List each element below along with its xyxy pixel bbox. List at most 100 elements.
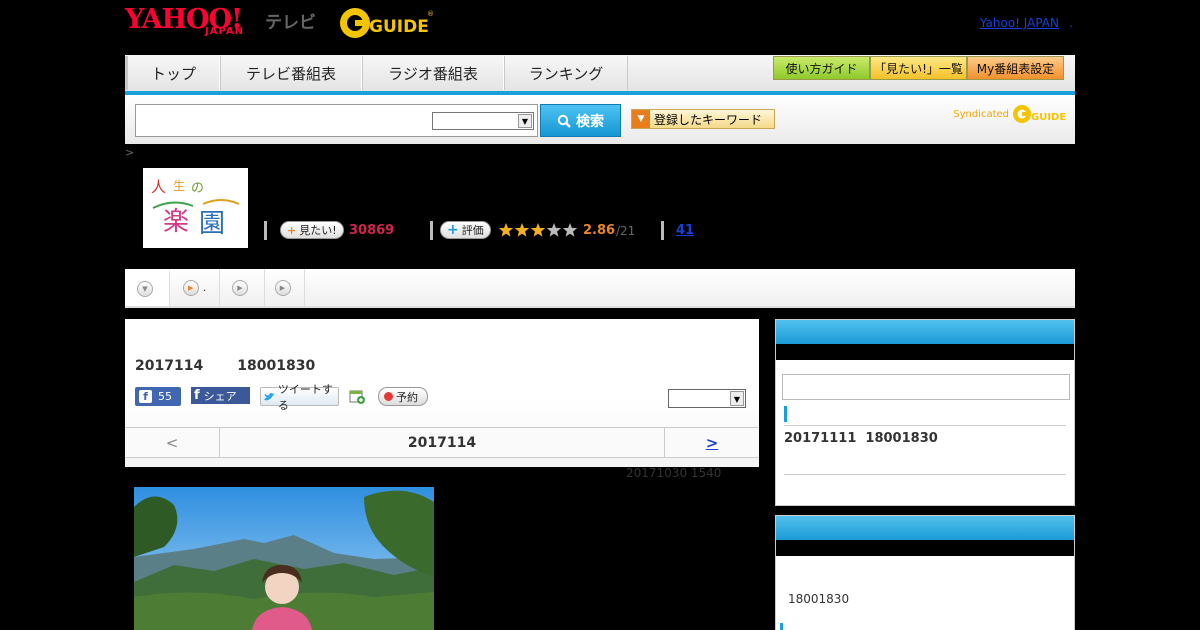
svg-text:の: の [191, 181, 204, 196]
chevron-down-circle-icon: ▼ [137, 281, 153, 297]
divider [784, 474, 1066, 475]
divider [264, 221, 267, 240]
search-button-label: 検索 [576, 113, 604, 130]
twitter-bird-icon [264, 392, 275, 400]
updated-timestamp: 20171030 1540 [626, 466, 722, 480]
breadcrumb[interactable]: > [125, 146, 134, 159]
section-marker [780, 623, 783, 630]
dropdown-triangle-icon: ▼ [632, 110, 650, 128]
subtab-1[interactable]: ▶ . [170, 269, 220, 306]
section-marker [784, 406, 787, 422]
divider [661, 221, 664, 240]
tweet-button-label: ツイートする [277, 382, 333, 412]
usage-guide-button[interactable]: 使い方ガイド [773, 56, 870, 80]
next-broadcast-text[interactable]: 20171111 18001830 [784, 431, 938, 446]
review-count-link[interactable]: 41 [676, 223, 694, 238]
program-logo-image: 人 生 の 楽 園 [143, 168, 248, 248]
share-buttons: f 55 f シェア ツイートする 予約 [135, 383, 435, 412]
rating-star-icon [498, 223, 514, 237]
svg-text:GUIDE: GUIDE [369, 17, 429, 37]
header-link-separator: . [1069, 16, 1073, 30]
rating-star-icon [546, 223, 562, 237]
reserve-button-label: 予約 [396, 390, 418, 404]
facebook-share-label: シェア [203, 389, 237, 403]
mitai-button-label: 見たい! [299, 224, 337, 237]
svg-text:園: 園 [199, 209, 225, 239]
rating-value: 2.86 [583, 223, 616, 238]
search-bar: ▼ 検索 ▼ 登録したキーワード Syndicated GUIDE [125, 95, 1075, 144]
play-circle-icon: ▶ [182, 279, 199, 296]
mitai-count: 30869 [349, 223, 395, 238]
facebook-icon: f [194, 388, 200, 403]
episode-select[interactable]: ▼ [668, 389, 746, 408]
divider [430, 221, 433, 240]
episode-photo [134, 487, 434, 630]
side-box-schedule: 18001830 [775, 515, 1075, 630]
side-box-band [776, 540, 1074, 556]
plus-icon: + [447, 222, 459, 238]
program-subtabs: ▼ ▶ . ▶ ▶ [125, 269, 1075, 308]
rating-star-icon [530, 223, 546, 237]
search-button[interactable]: 検索 [540, 104, 621, 137]
rating-star-icon [514, 223, 530, 237]
svg-text:人: 人 [151, 178, 166, 196]
site-header: YAHOO! JAPAN テレビ GUIDE ® Yahoo! JAPAN . [125, 0, 1075, 55]
watchlist-button[interactable]: 「見たい!」一覧 [870, 56, 967, 80]
nav-tab-radio-schedule[interactable]: ラジオ番組表 [362, 56, 504, 90]
episode-pager: < 2017114 > [125, 427, 759, 458]
syndicated-gguide-badge: Syndicated GUIDE [953, 103, 1067, 125]
rate-button[interactable]: + 評価 [440, 221, 491, 239]
subtab-0[interactable]: ▼ [125, 269, 170, 306]
my-schedule-settings-button[interactable]: My番組表設定 [967, 56, 1064, 80]
svg-text:楽: 楽 [163, 207, 189, 237]
rating-stars [498, 223, 578, 237]
divider [784, 425, 1066, 426]
pager-next-link[interactable]: > [664, 428, 759, 457]
episode-title: 2017114 18001830 [135, 358, 316, 374]
facebook-share-button[interactable]: f シェア [191, 387, 250, 404]
mitai-button[interactable]: + 見たい! [280, 221, 344, 239]
nav-tab-tv-schedule[interactable]: テレビ番組表 [220, 56, 362, 90]
episode-panel: 2017114 18001830 f 55 f シェア ツイートする 予約 ▼ … [125, 319, 759, 467]
subtab-3[interactable]: ▶ [265, 269, 305, 306]
schedule-time-text: 18001830 [788, 592, 850, 606]
subtab-2[interactable]: ▶ [220, 269, 265, 306]
nav-tab-ranking[interactable]: ランキング [504, 56, 628, 90]
side-box-band [776, 344, 1074, 360]
side-box-related: 20171111 18001830 [775, 319, 1075, 506]
search-icon [557, 114, 571, 128]
episode-photo-scene [134, 487, 434, 630]
tweet-button[interactable]: ツイートする [260, 383, 339, 412]
reserve-button[interactable]: 予約 [378, 387, 428, 406]
global-nav: トップ テレビ番組表 ラジオ番組表 ランキング 使い方ガイド 「見たい!」一覧 … [125, 55, 1075, 95]
record-icon [384, 392, 393, 401]
facebook-like-count: 55 [158, 390, 172, 403]
program-logo-artwork: 人 生 の 楽 園 [151, 178, 240, 239]
saved-keywords-label: 登録したキーワード [654, 112, 763, 127]
syndicated-label: Syndicated [953, 108, 1009, 120]
svg-text:GUIDE: GUIDE [1031, 112, 1066, 123]
tv-logo-text[interactable]: テレビ [265, 8, 316, 33]
facebook-like-button[interactable]: f 55 [135, 387, 181, 406]
plus-icon: + [287, 223, 297, 237]
yahoo-japan-logo-text: JAPAN [205, 26, 244, 37]
saved-keywords-button[interactable]: ▼ 登録したキーワード [631, 109, 775, 129]
play-circle-icon: ▶ [274, 279, 291, 296]
side-box-header [776, 320, 1074, 344]
pager-date: 2017114 [407, 434, 477, 451]
calendar-add-icon[interactable] [349, 388, 365, 404]
subtab-label: . [202, 281, 207, 294]
svg-text:生: 生 [173, 179, 185, 193]
play-circle-icon: ▶ [232, 279, 248, 296]
gguide-logo[interactable]: GUIDE ® [335, 6, 435, 40]
pager-prev[interactable]: < [125, 428, 220, 457]
gguide-small-logo: GUIDE [1013, 105, 1066, 123]
search-category-select[interactable]: ▼ [432, 112, 534, 130]
chevron-down-icon: ▼ [518, 114, 532, 128]
yahoo-japan-link[interactable]: Yahoo! JAPAN [980, 16, 1059, 30]
svg-text:®: ® [427, 10, 434, 18]
nav-tab-top[interactable]: トップ [125, 56, 220, 90]
side-search-input[interactable] [782, 374, 1070, 400]
rating-star-icon [562, 223, 578, 237]
program-stats: + 見たい! 30869 + 評価 2.86 /21 41 [264, 220, 724, 242]
